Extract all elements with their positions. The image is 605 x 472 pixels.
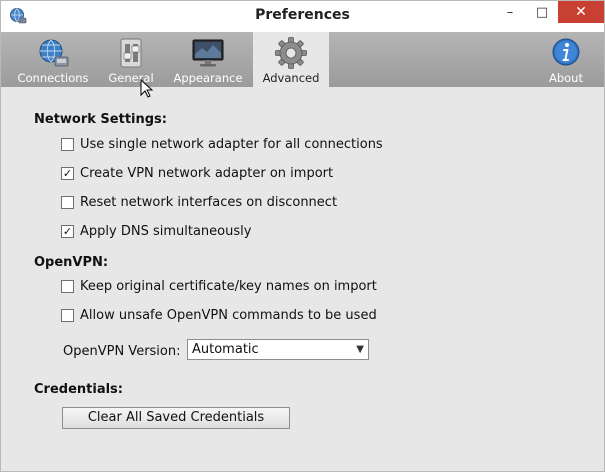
advanced-panel: Network Settings: Use single network ada… — [1, 87, 604, 471]
globe-network-icon — [39, 39, 69, 67]
preferences-toolbar: Connections General Appearance Advanced … — [1, 32, 604, 87]
tab-advanced[interactable]: Advanced — [253, 32, 329, 87]
option-label: Use single network adapter for all conne… — [80, 137, 383, 152]
credentials-heading: Credentials: — [34, 382, 123, 397]
option-create-vpn-adapter[interactable]: ✓ Create VPN network adapter on import — [61, 166, 333, 181]
reset-interfaces-checkbox[interactable] — [61, 196, 74, 209]
option-label: Reset network interfaces on disconnect — [80, 195, 338, 210]
gear-icon — [275, 37, 307, 69]
tab-label: About — [548, 71, 583, 85]
maximize-button[interactable]: □ — [526, 1, 558, 23]
tab-connections[interactable]: Connections — [15, 32, 91, 87]
tab-label: Advanced — [262, 71, 320, 85]
tab-label: Connections — [17, 71, 89, 85]
close-button[interactable]: ✕ — [558, 1, 604, 23]
allow-unsafe-commands-checkbox[interactable] — [61, 309, 74, 322]
openvpn-heading: OpenVPN: — [34, 255, 109, 270]
apply-dns-checkbox[interactable]: ✓ — [61, 225, 74, 238]
info-icon — [552, 38, 580, 66]
openvpn-version-select[interactable]: Automatic ▼ — [187, 339, 369, 360]
minimize-button[interactable]: – — [494, 1, 526, 23]
monitor-display-icon — [192, 39, 224, 67]
create-vpn-adapter-checkbox[interactable]: ✓ — [61, 167, 74, 180]
clear-credentials-button[interactable]: Clear All Saved Credentials — [62, 407, 290, 429]
option-keep-cert-names[interactable]: Keep original certificate/key names on i… — [61, 279, 377, 294]
option-apply-dns[interactable]: ✓ Apply DNS simultaneously — [61, 224, 251, 239]
network-settings-heading: Network Settings: — [34, 112, 167, 127]
switch-toggle-icon — [120, 38, 142, 68]
openvpn-version-label: OpenVPN Version: — [63, 344, 181, 359]
mouse-cursor-icon — [140, 79, 154, 98]
tab-about[interactable]: About — [541, 32, 591, 87]
title-bar: Preferences – □ ✕ — [1, 1, 604, 32]
tab-label: Appearance — [173, 71, 243, 85]
preferences-window: Preferences – □ ✕ Connections General Ap… — [0, 0, 605, 472]
option-reset-interfaces[interactable]: Reset network interfaces on disconnect — [61, 195, 337, 210]
tab-appearance[interactable]: Appearance — [171, 32, 245, 87]
option-allow-unsafe-commands[interactable]: Allow unsafe OpenVPN commands to be used — [61, 308, 377, 323]
selected-value: Automatic — [192, 342, 259, 357]
option-label: Create VPN network adapter on import — [80, 166, 334, 181]
option-label: Keep original certificate/key names on i… — [80, 279, 377, 294]
chevron-down-icon: ▼ — [356, 344, 364, 355]
option-label: Allow unsafe OpenVPN commands to be used — [80, 308, 377, 323]
option-label: Apply DNS simultaneously — [80, 224, 252, 239]
single-adapter-checkbox[interactable] — [61, 138, 74, 151]
keep-cert-names-checkbox[interactable] — [61, 280, 74, 293]
option-single-adapter[interactable]: Use single network adapter for all conne… — [61, 137, 383, 152]
